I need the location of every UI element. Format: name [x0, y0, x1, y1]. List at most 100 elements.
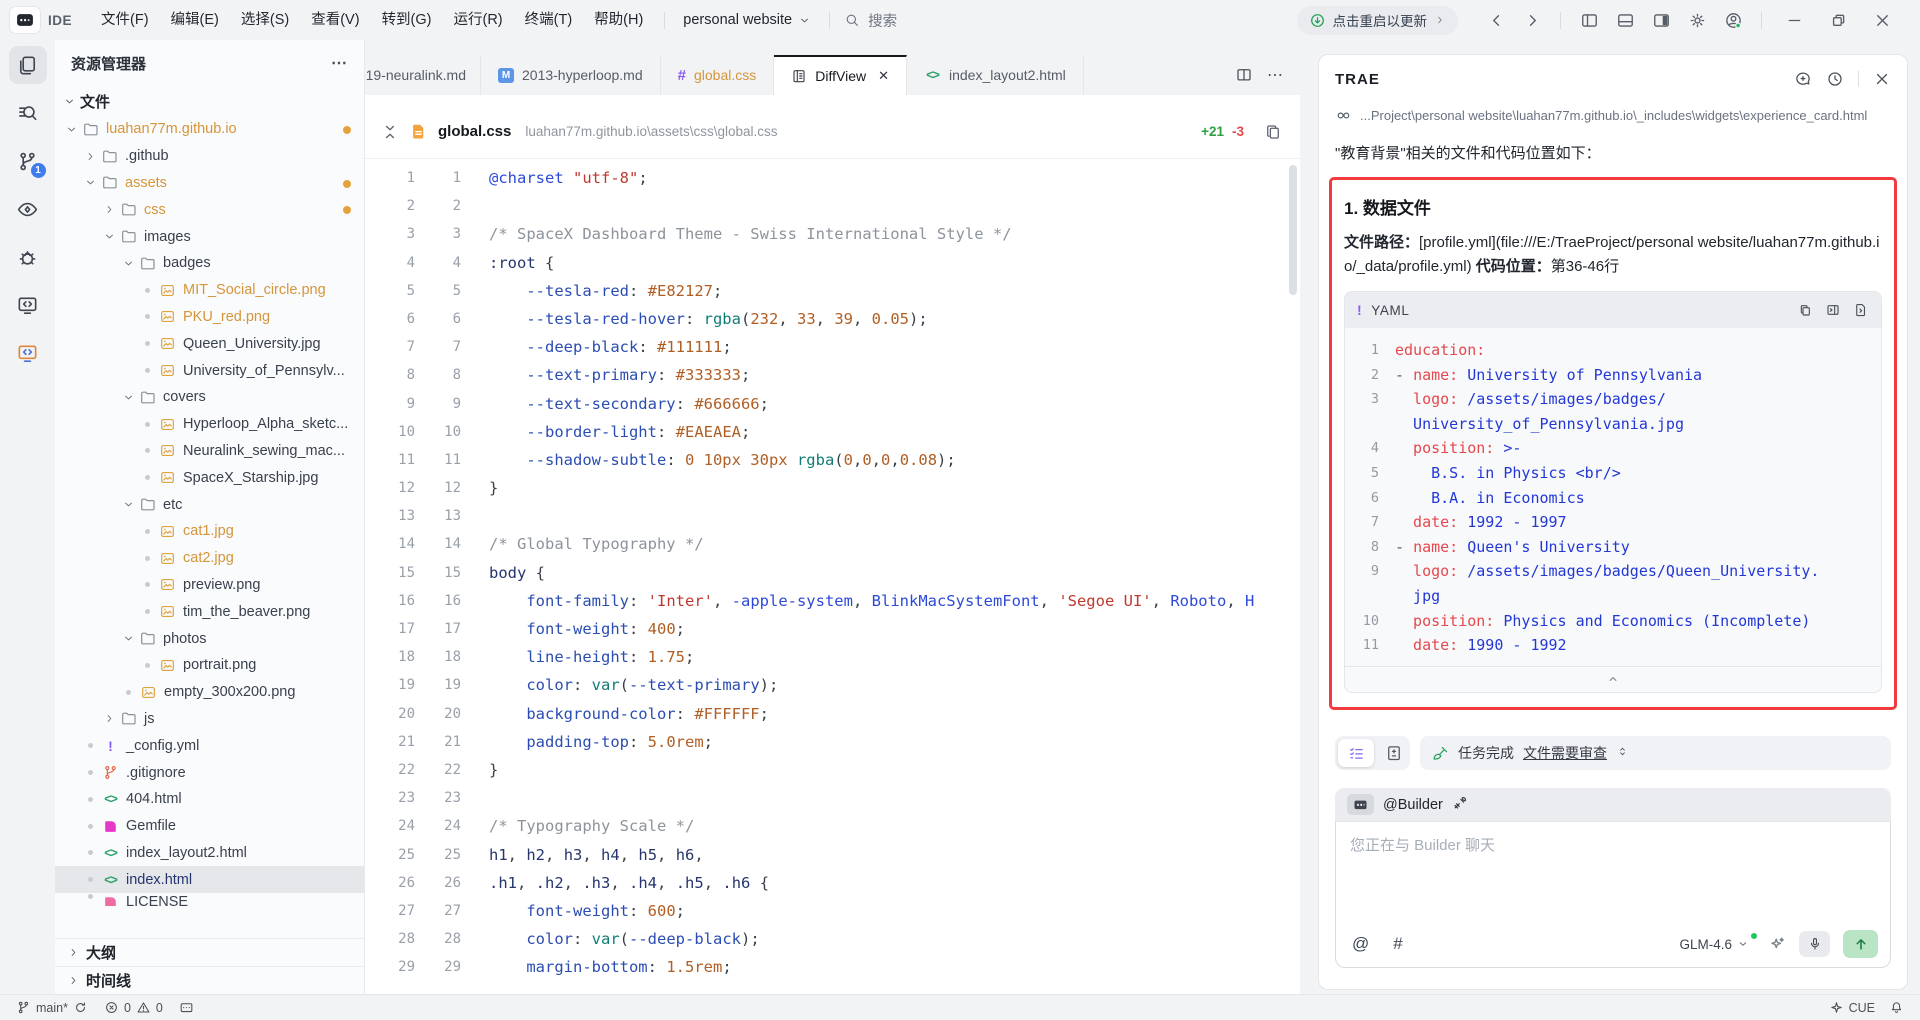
- tree-item[interactable]: <>index_layout2.html: [55, 840, 364, 867]
- chat-input[interactable]: [1350, 834, 1878, 919]
- tree-item[interactable]: <>404.html: [55, 786, 364, 813]
- tree-item[interactable]: PKU_red.png: [55, 304, 364, 331]
- activity-search[interactable]: [9, 94, 47, 132]
- collapse-regions-icon[interactable]: [381, 123, 399, 141]
- close-tab-icon[interactable]: ✕: [878, 68, 889, 84]
- tree-item[interactable]: Gemfile: [55, 813, 364, 840]
- tree-item[interactable]: SpaceX_Starship.jpg: [55, 464, 364, 491]
- tree-item[interactable]: .gitignore: [55, 759, 364, 786]
- tree-item[interactable]: photos: [55, 625, 364, 652]
- new-chat-icon[interactable]: [1794, 70, 1812, 88]
- task-status-bar[interactable]: 任务完成 文件需要审查: [1420, 736, 1891, 770]
- tree-item[interactable]: University_of_Pennsylv...: [55, 357, 364, 384]
- tab-diffview[interactable]: DiffView ✕: [774, 55, 907, 95]
- outline-section[interactable]: 大纲: [55, 938, 364, 966]
- context-file-row[interactable]: ...Project\personal website\luahan77m.gi…: [1319, 103, 1907, 134]
- tree-item[interactable]: .github: [55, 143, 364, 170]
- tree-item[interactable]: !_config.yml: [55, 732, 364, 759]
- activity-preview[interactable]: [9, 190, 47, 228]
- titlebar-search[interactable]: 搜索: [844, 10, 897, 31]
- app-logo[interactable]: [10, 7, 40, 33]
- menu-run[interactable]: 运行(R): [443, 5, 514, 35]
- console-item[interactable]: [179, 1000, 194, 1015]
- restart-update-button[interactable]: 点击重启以更新: [1297, 6, 1459, 35]
- model-selector[interactable]: GLM-4.6: [1679, 937, 1749, 952]
- timeline-section[interactable]: 时间线: [55, 966, 364, 994]
- cue-item[interactable]: CUE: [1829, 1000, 1875, 1015]
- nav-forward-button[interactable]: [1514, 5, 1550, 35]
- tree-item[interactable]: Neuralink_sewing_mac...: [55, 438, 364, 465]
- history-icon[interactable]: [1826, 70, 1844, 88]
- tab-index-layout2[interactable]: <>index_layout2.html: [907, 55, 1084, 95]
- tree-item[interactable]: etc: [55, 491, 364, 518]
- toggle-right-panel-button[interactable]: [1643, 5, 1679, 35]
- tree-item[interactable]: covers: [55, 384, 364, 411]
- tree-item[interactable]: empty_300x200.png: [55, 679, 364, 706]
- apply-to-file-icon[interactable]: [1853, 302, 1869, 318]
- menu-view[interactable]: 查看(V): [300, 5, 370, 35]
- activity-panel-code[interactable]: [9, 286, 47, 324]
- explorer-more-button[interactable]: ⋯: [331, 53, 348, 73]
- mention-button[interactable]: @: [1352, 934, 1369, 954]
- toggle-left-panel-button[interactable]: [1571, 5, 1607, 35]
- files-section-header[interactable]: 文件: [55, 86, 364, 116]
- tree-item[interactable]: MIT_Social_circle.png: [55, 277, 364, 304]
- tree-item[interactable]: portrait.png: [55, 652, 364, 679]
- context-tag-button[interactable]: #: [1393, 934, 1402, 954]
- file-changes-button[interactable]: [1381, 744, 1407, 762]
- problems-item[interactable]: 0 0: [104, 1000, 163, 1015]
- menu-selection[interactable]: 选择(S): [230, 5, 300, 35]
- tree-item[interactable]: luahan77m.github.io: [55, 116, 364, 143]
- account-button[interactable]: [1715, 5, 1751, 35]
- tree-item[interactable]: assets: [55, 170, 364, 197]
- toggle-bottom-panel-button[interactable]: [1607, 5, 1643, 35]
- files-review-link[interactable]: 文件需要审查: [1523, 743, 1607, 763]
- git-branch-item[interactable]: main*: [16, 1000, 88, 1015]
- tree-item[interactable]: cat2.jpg: [55, 545, 364, 572]
- notifications-item[interactable]: [1889, 1000, 1904, 1015]
- tree-item[interactable]: preview.png: [55, 572, 364, 599]
- more-actions-button[interactable]: ⋯: [1267, 65, 1284, 85]
- menu-terminal[interactable]: 终端(T): [514, 5, 584, 35]
- builder-agent-bar[interactable]: @Builder: [1335, 788, 1891, 821]
- tree-item[interactable]: LICENSE: [55, 893, 364, 906]
- collapse-code-button[interactable]: [1345, 666, 1881, 692]
- window-close-button[interactable]: [1860, 5, 1904, 35]
- window-minimize-button[interactable]: [1772, 5, 1816, 35]
- checklist-view-button[interactable]: [1338, 739, 1374, 767]
- activity-explorer[interactable]: [9, 46, 47, 84]
- voice-input-button[interactable]: [1799, 931, 1830, 957]
- tree-item[interactable]: badges: [55, 250, 364, 277]
- tree-item[interactable]: cat1.jpg: [55, 518, 364, 545]
- close-panel-icon[interactable]: [1873, 70, 1891, 88]
- tree-item[interactable]: <>index.html: [55, 866, 364, 893]
- builder-tools-button[interactable]: [1452, 795, 1468, 815]
- editor-scrollbar[interactable]: [1289, 165, 1297, 295]
- expand-status-button[interactable]: [1616, 745, 1629, 761]
- tab-2013-hyperloop[interactable]: M2013-hyperloop.md: [481, 55, 661, 95]
- send-button[interactable]: [1843, 930, 1878, 958]
- copy-code-icon[interactable]: [1797, 302, 1813, 318]
- copy-file-icon[interactable]: [1264, 123, 1282, 141]
- activity-debug[interactable]: [9, 238, 47, 276]
- tree-item[interactable]: js: [55, 706, 364, 733]
- settings-button[interactable]: [1679, 5, 1715, 35]
- tree-item[interactable]: images: [55, 223, 364, 250]
- enhance-prompt-icon[interactable]: [1768, 935, 1786, 953]
- activity-source-control[interactable]: 1: [9, 142, 47, 180]
- split-editor-icon[interactable]: [1235, 66, 1253, 84]
- tree-item[interactable]: tim_the_beaver.png: [55, 598, 364, 625]
- tab-2019-neuralink[interactable]: 2019-neuralink.md: [365, 55, 481, 95]
- tree-item[interactable]: css: [55, 196, 364, 223]
- insert-code-icon[interactable]: [1825, 302, 1841, 318]
- project-switcher[interactable]: personal website: [675, 12, 819, 28]
- nav-back-button[interactable]: [1478, 5, 1514, 35]
- activity-marketplace[interactable]: [9, 334, 47, 372]
- window-restore-button[interactable]: [1816, 5, 1860, 35]
- tree-item[interactable]: Hyperloop_Alpha_sketc...: [55, 411, 364, 438]
- yaml-code[interactable]: 1education:2- name: University of Pennsy…: [1345, 328, 1881, 666]
- diff-code-view[interactable]: 11@charset "utf-8";2233/* SpaceX Dashboa…: [365, 159, 1300, 994]
- menu-file[interactable]: 文件(F): [90, 5, 160, 35]
- menu-goto[interactable]: 转到(G): [371, 5, 443, 35]
- menu-help[interactable]: 帮助(H): [583, 5, 654, 35]
